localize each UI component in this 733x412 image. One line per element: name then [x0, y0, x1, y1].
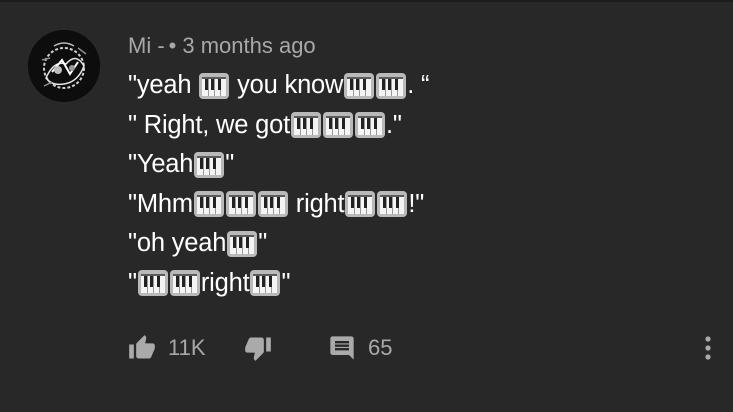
- comment-text-segment: . “: [407, 71, 430, 100]
- comment-line: " Right, we got .": [128, 106, 688, 146]
- comment-line: "Yeah ": [128, 145, 688, 185]
- avatar[interactable]: [28, 30, 100, 102]
- author-name[interactable]: Mi -: [128, 33, 165, 59]
- more-options-button[interactable]: [698, 330, 718, 366]
- piano-emoji-icon: [322, 112, 353, 139]
- comment-line: "Mhm right !": [128, 185, 688, 225]
- comment-line: "oh yeah ": [128, 224, 688, 264]
- comment-meta: Mi - • 3 months ago: [128, 32, 316, 60]
- reply-count: 65: [368, 335, 393, 360]
- comment-line: " right ": [128, 264, 688, 304]
- more-vertical-icon: [705, 336, 711, 360]
- comment-text-segment: you know: [230, 71, 344, 100]
- reply-button[interactable]: 65: [328, 330, 392, 366]
- piano-emoji-icon: [354, 112, 385, 139]
- piano-emoji-icon: [250, 270, 281, 297]
- piano-emoji-icon: [199, 72, 230, 99]
- piano-emoji-icon: [377, 191, 408, 218]
- comment-text-segment: .": [385, 110, 402, 139]
- like-button[interactable]: 11K: [128, 330, 206, 366]
- comment-text-segment: "Mhm: [128, 189, 193, 218]
- comment-text-segment: " Right, we got: [128, 110, 290, 139]
- piano-emoji-icon: [137, 270, 168, 297]
- comment-text-segment: right: [288, 189, 345, 218]
- piano-emoji-icon: [194, 151, 225, 178]
- piano-emoji-icon: [345, 191, 376, 218]
- like-count: 11K: [168, 335, 206, 360]
- thumbs-down-icon: [245, 337, 271, 361]
- piano-emoji-icon: [225, 191, 256, 218]
- piano-emoji-icon: [290, 112, 321, 139]
- piano-emoji-icon: [227, 230, 258, 257]
- comment-text-segment: "oh yeah: [128, 229, 227, 258]
- comment-text-segment: ": [281, 268, 291, 297]
- piano-emoji-icon: [193, 191, 224, 218]
- piano-emoji-icon: [344, 72, 375, 99]
- comment-text-segment: ": [258, 229, 268, 258]
- comment-text-segment: ": [225, 150, 235, 179]
- comment-icon: [330, 336, 354, 360]
- thumbs-up-icon: [129, 335, 155, 359]
- comment-text-segment: ": [128, 268, 137, 297]
- comment-text: "yeah you know. “" Right, we got ." "Yeah "…: [128, 66, 688, 303]
- comment-actions: 11K 65: [128, 330, 718, 366]
- comment-text-segment: !": [408, 189, 425, 218]
- comment-text-segment: "yeah: [128, 71, 199, 100]
- piano-emoji-icon: [376, 72, 407, 99]
- piano-emoji-icon: [169, 270, 200, 297]
- avatar-image: [28, 30, 100, 102]
- dislike-button[interactable]: [244, 330, 272, 366]
- comment-line: "yeah you know . “: [128, 66, 688, 106]
- comment-text-segment: right: [200, 268, 250, 297]
- meta-separator: •: [168, 33, 177, 58]
- top-divider: [0, 0, 733, 2]
- comment-text-segment: "Yeah: [128, 150, 194, 179]
- comment-time[interactable]: 3 months ago: [182, 33, 315, 59]
- piano-emoji-icon: [257, 191, 288, 218]
